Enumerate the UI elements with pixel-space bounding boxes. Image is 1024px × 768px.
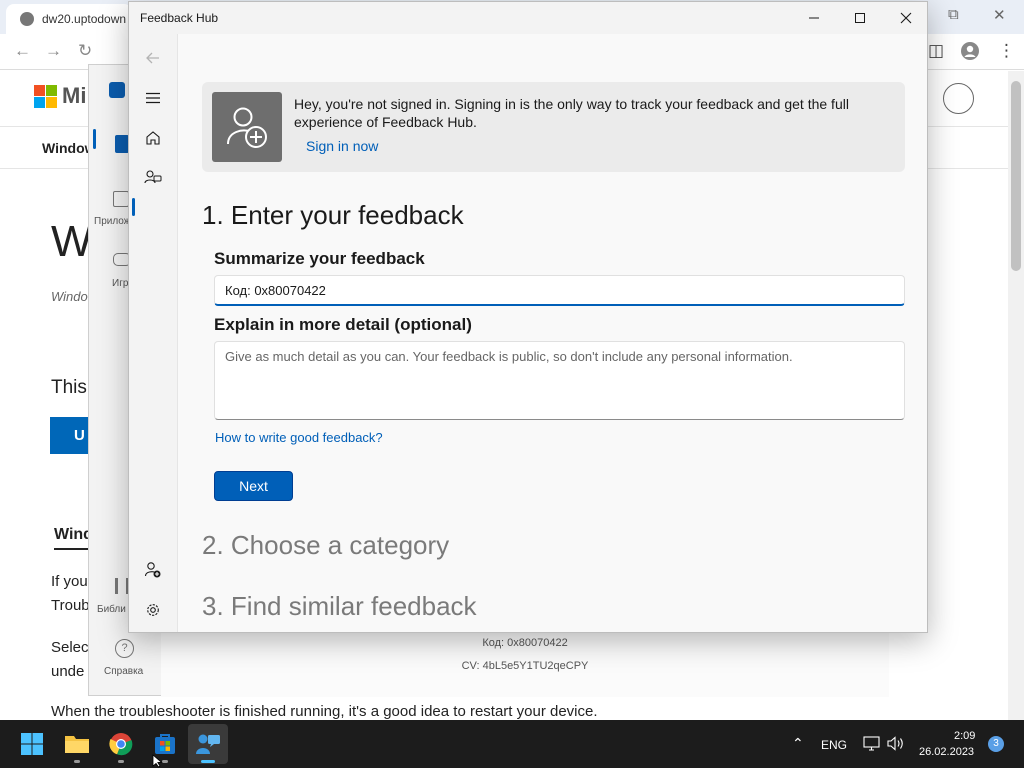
store-nav-indicator bbox=[93, 129, 96, 149]
network-icon[interactable] bbox=[863, 736, 880, 751]
detail-label: Explain in more detail (optional) bbox=[214, 315, 472, 334]
maximize-icon bbox=[855, 13, 865, 23]
store-library-icon[interactable] bbox=[115, 578, 129, 594]
navigation-rail bbox=[129, 34, 177, 632]
page-action-button[interactable]: U bbox=[50, 417, 90, 454]
browser-tab[interactable]: dw20.uptodown bbox=[6, 4, 132, 34]
store-side-library-label[interactable]: Библи bbox=[97, 604, 126, 615]
reload-icon[interactable]: ↻ bbox=[78, 41, 92, 61]
taskbar-chrome[interactable] bbox=[101, 724, 141, 764]
profile-icon[interactable] bbox=[960, 41, 980, 66]
page-action-label: U bbox=[74, 427, 85, 444]
volume-icon[interactable] bbox=[887, 736, 905, 751]
nav-settings-button[interactable] bbox=[135, 593, 171, 627]
start-button[interactable] bbox=[12, 724, 52, 764]
feedback-hub-titlebar[interactable]: Feedback Hub bbox=[129, 2, 927, 34]
back-arrow-icon[interactable]: ← bbox=[14, 41, 31, 61]
tray-overflow-chevron-icon[interactable]: ⌃ bbox=[792, 735, 804, 752]
notification-badge[interactable]: 3 bbox=[988, 736, 1004, 752]
browser-tab-title: dw20.uptodown bbox=[42, 12, 127, 26]
page-para-line-3: Selec bbox=[51, 639, 89, 656]
clock-time[interactable]: 2:09 bbox=[954, 730, 975, 742]
taskbar-feedback-hub[interactable] bbox=[188, 724, 228, 764]
step-2-heading[interactable]: 2. Choose a category bbox=[202, 530, 449, 561]
maximize-button[interactable] bbox=[837, 2, 883, 34]
next-button[interactable]: Next bbox=[214, 471, 293, 501]
feedback-form: Hey, you're not signed in. Signing in is… bbox=[177, 34, 927, 632]
hamburger-menu-button[interactable] bbox=[135, 81, 171, 115]
store-home-icon[interactable] bbox=[115, 135, 129, 153]
forward-arrow-icon[interactable]: → bbox=[45, 41, 62, 61]
feedback-hub-window: Feedback Hub Hey, you're not signed in. … bbox=[128, 1, 928, 633]
mouse-cursor-icon bbox=[152, 754, 163, 768]
page-footer-sentence: When the troubleshooter is finished runn… bbox=[51, 703, 598, 720]
nav-feedback-button[interactable] bbox=[135, 161, 171, 195]
home-icon bbox=[146, 131, 160, 145]
minimize-icon bbox=[809, 17, 819, 19]
store-error-card: Код: 0x80070422 CV: 4bL5e5Y1TU2qeCPY bbox=[161, 631, 889, 697]
feedback-help-link[interactable]: How to write good feedback? bbox=[215, 430, 383, 445]
sign-in-banner: Hey, you're not signed in. Signing in is… bbox=[202, 82, 905, 172]
browser-menu-icon[interactable]: ⋮ bbox=[998, 41, 1015, 61]
nav-home-button[interactable] bbox=[135, 121, 171, 155]
add-account-icon bbox=[227, 107, 267, 148]
detail-textarea[interactable] bbox=[214, 341, 905, 420]
clock-date[interactable]: 26.02.2023 bbox=[919, 746, 974, 758]
page-subtitle: Windo bbox=[51, 289, 88, 304]
browser-close-icon[interactable]: ✕ bbox=[993, 6, 1006, 24]
sign-in-tile bbox=[212, 92, 282, 162]
account-add-icon bbox=[144, 562, 161, 578]
running-indicator bbox=[74, 760, 80, 763]
active-indicator bbox=[201, 760, 215, 763]
store-side-games-label[interactable]: Игр bbox=[112, 278, 128, 289]
language-indicator[interactable]: ENG bbox=[821, 738, 847, 752]
chrome-icon bbox=[109, 733, 133, 756]
page-scrollbar[interactable] bbox=[1008, 71, 1024, 720]
feedback-people-icon bbox=[144, 170, 162, 184]
brand-name: Mi bbox=[62, 83, 87, 108]
store-error-code: Код: 0x80070422 bbox=[482, 637, 568, 649]
summary-label: Summarize your feedback bbox=[214, 249, 425, 268]
window-title: Feedback Hub bbox=[140, 11, 219, 25]
microsoft-logo-icon bbox=[34, 85, 57, 108]
store-side-help-label[interactable]: Справка bbox=[104, 666, 143, 677]
store-correlation-vector: CV: 4bL5e5Y1TU2qeCPY bbox=[461, 660, 589, 672]
account-avatar-icon[interactable] bbox=[943, 83, 974, 114]
page-heading: W bbox=[51, 217, 93, 266]
site-favicon-icon bbox=[20, 12, 34, 26]
store-side-apps-label[interactable]: Прилож bbox=[94, 216, 130, 227]
back-button[interactable] bbox=[135, 41, 171, 75]
nav-selection-indicator bbox=[132, 198, 135, 216]
running-indicator bbox=[118, 760, 124, 763]
windows-start-icon bbox=[21, 733, 43, 755]
sign-in-message: Hey, you're not signed in. Signing in is… bbox=[294, 96, 849, 130]
feedback-hub-icon bbox=[196, 734, 220, 754]
taskbar: ⌃ ENG 2:09 26.02.2023 3 bbox=[0, 720, 1024, 768]
taskbar-file-explorer[interactable] bbox=[57, 724, 97, 764]
page-para-line-1: If you bbox=[51, 573, 88, 590]
store-icon bbox=[155, 734, 175, 754]
page-para-line-2: Troub bbox=[51, 597, 90, 614]
minimize-button[interactable] bbox=[791, 2, 837, 34]
page-intro: This bbox=[51, 377, 87, 398]
back-arrow-icon bbox=[146, 52, 159, 64]
store-help-icon[interactable]: ? bbox=[115, 639, 134, 658]
gear-icon bbox=[147, 604, 159, 616]
taskbar-store[interactable] bbox=[145, 724, 185, 764]
hamburger-menu-icon bbox=[146, 92, 160, 104]
store-apps-icon[interactable] bbox=[113, 191, 129, 207]
page-para-line-4: unde bbox=[51, 663, 85, 680]
step-3-heading[interactable]: 3. Find similar feedback bbox=[202, 591, 477, 622]
step-1-heading: 1. Enter your feedback bbox=[202, 200, 464, 230]
summary-input[interactable] bbox=[214, 275, 905, 306]
close-icon bbox=[900, 12, 912, 24]
browser-restore-icon[interactable]: ⧉ bbox=[948, 6, 959, 23]
page-scrollbar-thumb[interactable] bbox=[1011, 81, 1021, 271]
close-button[interactable] bbox=[883, 2, 927, 34]
nav-account-button[interactable] bbox=[135, 553, 171, 587]
sidebar-panel-icon[interactable]: ◫ bbox=[928, 41, 944, 61]
sign-in-link[interactable]: Sign in now bbox=[306, 138, 378, 154]
store-app-icon bbox=[109, 82, 125, 98]
folder-icon bbox=[65, 736, 89, 753]
